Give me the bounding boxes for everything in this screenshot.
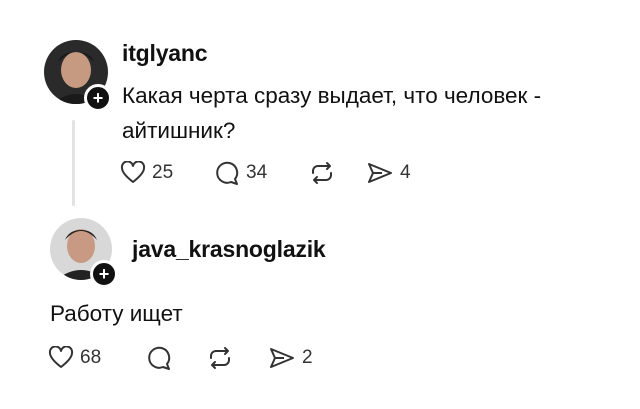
- follow-plus-icon[interactable]: +: [90, 260, 118, 288]
- post-text-line: Какая черта сразу выдает, что человек -: [122, 83, 542, 108]
- heart-icon: [120, 161, 146, 183]
- comment-button[interactable]: [146, 345, 206, 371]
- share-count: 2: [302, 347, 313, 368]
- like-count: 25: [152, 162, 174, 183]
- repost-button[interactable]: [206, 345, 268, 371]
- post-text-line: айтишник?: [122, 118, 236, 143]
- reply-actions: 68 2: [48, 345, 313, 371]
- like-button[interactable]: 68: [48, 346, 146, 370]
- repost-button[interactable]: [308, 160, 366, 186]
- reply-username[interactable]: java_krasnoglazik: [132, 236, 326, 263]
- share-count: 4: [400, 162, 411, 183]
- post-username[interactable]: itglyanc: [122, 40, 208, 67]
- comment-icon: [148, 346, 171, 370]
- thread-line: [72, 120, 75, 206]
- share-icon: [270, 348, 294, 368]
- reply-text: Работу ищет: [50, 301, 183, 326]
- repost-icon: [312, 162, 332, 184]
- like-button[interactable]: 25: [120, 161, 214, 185]
- share-button[interactable]: 2: [268, 346, 313, 370]
- post-text: Какая черта сразу выдает, что человек - …: [122, 78, 541, 148]
- comment-button[interactable]: 34: [214, 160, 308, 186]
- repost-icon: [210, 347, 230, 369]
- comment-icon: [216, 161, 239, 185]
- follow-plus-icon[interactable]: +: [84, 84, 112, 112]
- share-icon: [368, 163, 392, 183]
- share-button[interactable]: 4: [366, 161, 411, 185]
- like-count: 68: [80, 347, 102, 368]
- heart-icon: [48, 346, 74, 368]
- comment-count: 34: [246, 162, 268, 183]
- post-actions: 25 34 4: [120, 160, 411, 186]
